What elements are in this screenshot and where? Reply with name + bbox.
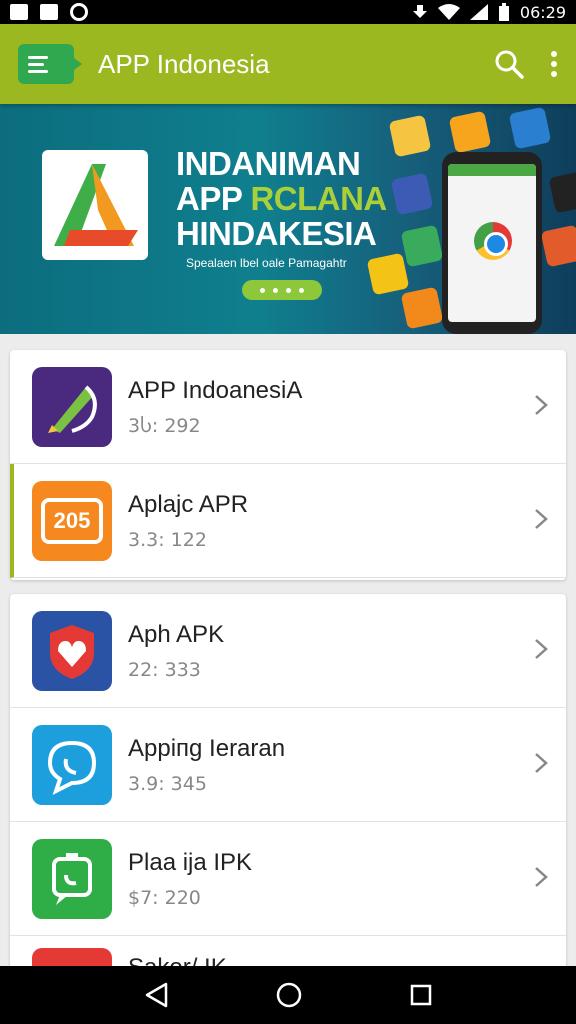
system-nav-bar [0,966,576,1024]
app-meta: $7: 220 [128,886,201,909]
promo-banner[interactable]: INDANIMAN APP RCLANA HINDAKESIA Spealaen… [0,104,576,334]
app-list-card: Aph APK 22: 333 Appiпg Ieraran 3.9: 345 … [10,594,566,974]
search-icon[interactable] [494,49,524,79]
recents-icon[interactable] [410,984,432,1006]
app-list-item[interactable]: 205 Aplajc APR 3.3: 122 [10,464,566,578]
banner-subtitle: Spealaen lbel oale Pamagahtr [186,256,347,270]
image-notification-icon [40,4,58,20]
avatar-app-icon [388,114,432,158]
chat-bubble-icon [32,724,112,805]
heart-shield-icon [32,610,112,691]
app-title: Plaa ija IPK [128,848,253,876]
chrome-icon [474,222,512,260]
app-list-item[interactable]: Appiпg Ieraran 3.9: 345 [10,708,566,822]
app-list-item[interactable]: APP IndoanesiA 3Ⴑ: 292 [10,350,566,464]
chevron-right-icon [534,505,548,537]
black-app-icon [548,170,576,214]
banner-logo-icon [42,150,148,260]
overflow-menu-icon[interactable] [550,50,558,78]
badge-205-icon: 205 [32,480,112,561]
signal-icon [469,4,488,20]
app-title: APP Indonesia [98,48,270,79]
orange-app-icon [400,286,444,330]
compass-app-icon [508,106,552,150]
pen-icon [32,366,112,447]
phone-illustration [442,152,542,334]
photo-app-icon [390,172,434,216]
wifi-icon [437,4,460,20]
home-icon[interactable] [276,982,302,1008]
chevron-right-icon [534,635,548,667]
bird-app-icon [448,110,492,154]
camera-app-icon [540,224,576,268]
phone-bubble-icon [32,838,112,919]
yellow-app-icon [366,252,410,296]
chevron-right-icon [534,749,548,781]
status-time: 06:29 [519,2,566,22]
chevron-right-icon [534,391,548,423]
app-title: APP IndoanesiA [128,376,303,404]
app-title: Appiпg Ieraran [128,734,286,762]
app-title: Aph APK [128,620,225,648]
green-app-icon [400,224,444,268]
banner-headline: INDANIMAN APP RCLANA HINDAKESIA [176,145,387,252]
app-meta: 3.9: 345 [128,772,207,795]
sync-icon [70,3,88,21]
app-list-item[interactable]: Aph APK 22: 333 [10,594,566,708]
app-meta: 3Ⴑ: 292 [128,414,201,437]
download-icon [412,5,427,18]
app-logo-icon [18,44,82,84]
banner-pager[interactable] [242,280,322,300]
app-list-item[interactable]: Plaa ija IPK $7: 220 [10,822,566,936]
app-list-card: APP IndoanesiA 3Ⴑ: 292 205 Aplajc APR 3.… [10,350,566,580]
battery-icon [498,3,509,21]
status-bar: 06:29 [0,0,576,24]
app-meta: 3.3: 122 [128,528,207,551]
app-meta: 22: 333 [128,658,201,681]
notification-icon [10,4,28,20]
back-icon[interactable] [144,982,168,1008]
app-title: Aplajc APR [128,490,249,518]
app-bar: APP Indonesia [0,24,576,104]
chevron-right-icon [534,863,548,895]
